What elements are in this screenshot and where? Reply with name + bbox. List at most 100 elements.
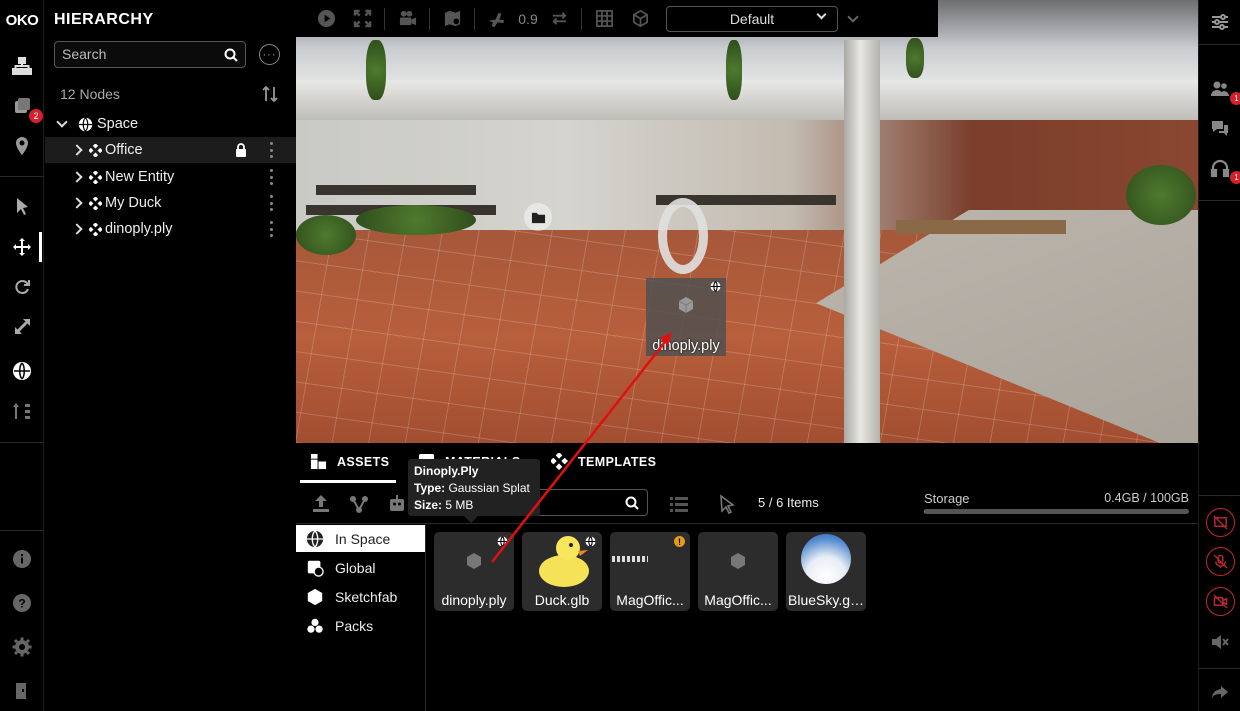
view-mode-select[interactable]: Default [666, 5, 838, 32]
upload-icon[interactable] [310, 493, 332, 515]
sort-order-icon[interactable] [260, 84, 280, 104]
tooltip-size-label: Size: [414, 498, 443, 512]
rail-divider [1199, 495, 1240, 496]
chevron-right-icon[interactable] [71, 144, 83, 156]
list-view-icon[interactable] [668, 493, 690, 515]
tree-node-new-entity[interactable]: New Entity [45, 164, 296, 190]
sliders-icon[interactable] [1199, 7, 1240, 37]
tooltip-arrow [464, 516, 478, 523]
folder-icon[interactable] [524, 203, 552, 231]
robot-icon[interactable] [386, 493, 408, 515]
location-pin-icon[interactable] [0, 131, 44, 161]
storage-progress-bar [924, 509, 1189, 514]
node-menu-icon[interactable] [270, 221, 274, 237]
scene-plant [356, 205, 476, 235]
tooltip-size-value: 5 MB [445, 498, 474, 512]
asset-card-duck[interactable]: Duck.glb [522, 532, 602, 611]
pointer-icon[interactable] [0, 191, 44, 221]
rotate-icon[interactable] [0, 272, 44, 302]
source-in-space[interactable]: In Space [296, 525, 425, 552]
settings-icon[interactable] [0, 632, 44, 662]
info-icon[interactable] [0, 544, 44, 574]
3d-viewport[interactable]: dinoply.ply 0.9 Default [296, 0, 1198, 443]
collapse-toolbar-button[interactable] [838, 10, 868, 23]
asset-card-mag-office-2[interactable]: MagOffic... [698, 532, 778, 611]
select-pointer-icon[interactable] [716, 493, 738, 515]
share-nodes-icon[interactable] [348, 493, 370, 515]
rail-divider [0, 442, 44, 443]
camera-off-button[interactable] [1206, 587, 1235, 616]
tooltip-title: Dinoply.Ply [414, 464, 479, 478]
fly-mode-icon[interactable] [479, 0, 515, 37]
scale-icon[interactable] [0, 312, 44, 342]
right-toolbar: 1 1 [1198, 0, 1240, 711]
entity-icon [89, 170, 102, 184]
asset-name: dinoply.ply [441, 592, 507, 608]
entity-icon [89, 143, 102, 157]
tree-node-office[interactable]: Office [45, 137, 296, 163]
tooltip-type-label: Type: [414, 481, 446, 495]
oko-logo: OKO [5, 11, 39, 29]
sketchfab-icon [307, 588, 323, 605]
chevron-down-icon[interactable] [56, 116, 68, 128]
more-options-button[interactable]: ··· [259, 44, 280, 65]
portal-ring[interactable] [658, 198, 708, 274]
mic-off-button[interactable] [1206, 547, 1235, 576]
cube-icon [678, 297, 694, 313]
scene-pillar [844, 40, 880, 443]
exit-icon[interactable] [0, 676, 44, 706]
asset-card-mag-office-1[interactable]: ! MagOffic... [610, 532, 690, 611]
chevron-right-icon[interactable] [71, 171, 83, 183]
help-icon[interactable]: ? [0, 588, 44, 618]
source-packs[interactable]: Packs [296, 612, 425, 639]
asset-card-dinoply[interactable]: dinoply.ply [434, 532, 514, 611]
globe-icon[interactable] [0, 356, 44, 386]
swap-icon[interactable] [541, 0, 577, 37]
toolbar-divider [474, 7, 475, 30]
cube-view-icon[interactable] [622, 0, 658, 37]
screen-share-off-button[interactable] [1206, 508, 1235, 537]
share-icon[interactable] [1199, 677, 1240, 707]
source-sketchfab[interactable]: Sketchfab [296, 583, 425, 610]
tab-templates[interactable]: TEMPLATES [551, 453, 656, 470]
lock-icon[interactable] [235, 143, 247, 157]
asset-search-input[interactable] [536, 489, 648, 516]
left-toolbar: OKO 2 ? [0, 0, 44, 711]
scene-plant [726, 40, 742, 100]
selected-object[interactable]: dinoply.ply [646, 278, 726, 356]
scene-desk [896, 220, 1066, 234]
node-menu-icon[interactable] [270, 169, 274, 185]
tree-root-space[interactable]: Space [45, 111, 296, 137]
move-icon[interactable] [0, 232, 44, 262]
source-global[interactable]: Global [296, 554, 425, 581]
node-menu-icon[interactable] [270, 142, 274, 158]
hierarchy-icon[interactable] [0, 51, 44, 81]
asset-source-list: In Space Global Sketchfab Packs [296, 525, 426, 711]
sort-icon[interactable] [0, 396, 44, 426]
asset-card-bluesky[interactable]: BlueSky.gl... [786, 532, 866, 611]
play-icon[interactable] [308, 0, 344, 37]
search-box[interactable] [54, 41, 246, 68]
fullscreen-icon[interactable] [344, 0, 380, 37]
search-input[interactable] [62, 46, 222, 62]
tree-node-my-duck[interactable]: My Duck [45, 190, 296, 216]
search-icon[interactable] [224, 48, 238, 62]
toolbar-divider [384, 7, 385, 30]
tree-node-dinoply[interactable]: dinoply.ply [45, 216, 296, 242]
chevron-right-icon[interactable] [71, 197, 83, 209]
chat-icon[interactable] [1199, 113, 1240, 143]
map-pin-icon[interactable] [434, 0, 470, 37]
tooltip-type-value: Gaussian Splat [448, 481, 530, 495]
grid-icon[interactable] [586, 0, 622, 37]
tree-label: Office [105, 142, 143, 158]
chevron-right-icon[interactable] [71, 223, 83, 235]
camera-icon[interactable] [389, 0, 425, 37]
node-menu-icon[interactable] [270, 195, 274, 211]
office-thumbnail [612, 556, 648, 562]
view-mode-value: Default [729, 10, 775, 27]
toolbar-divider [581, 7, 582, 30]
speaker-mute-icon[interactable] [1199, 627, 1240, 657]
tab-assets[interactable]: ASSETS [310, 453, 389, 470]
search-icon[interactable] [625, 496, 639, 510]
scene-plant [296, 215, 356, 255]
